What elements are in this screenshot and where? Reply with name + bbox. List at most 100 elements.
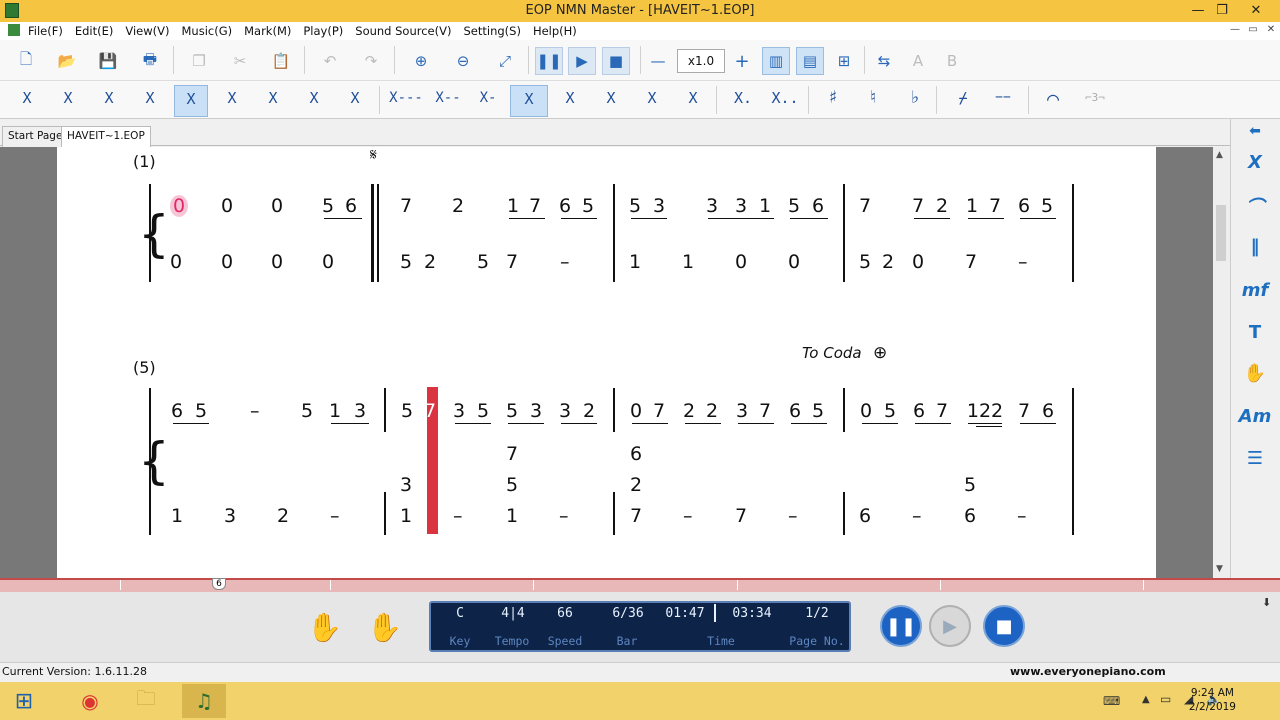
note[interactable]: 7 bbox=[630, 505, 642, 527]
mdi-minimize-button[interactable]: — bbox=[1226, 23, 1244, 37]
note[interactable]: 6 bbox=[964, 505, 976, 527]
note[interactable]: 5 bbox=[477, 251, 489, 273]
note[interactable]: 1 bbox=[507, 195, 519, 217]
note[interactable]: 122 bbox=[966, 400, 1004, 422]
fit-page-icon[interactable]: ⤢ bbox=[491, 47, 519, 75]
dotted-half-button[interactable]: X-- bbox=[428, 85, 468, 117]
play-icon[interactable]: ▶ bbox=[568, 47, 596, 75]
speed-down-icon[interactable]: — bbox=[644, 47, 672, 75]
note[interactable]: 5 bbox=[859, 251, 871, 273]
note[interactable]: 1 bbox=[506, 505, 518, 527]
menu-mark[interactable]: Mark(M) bbox=[244, 24, 291, 38]
timeline-marker[interactable]: 6 bbox=[212, 578, 226, 590]
extend-button[interactable]: −− bbox=[986, 85, 1020, 117]
note[interactable]: 5 bbox=[629, 195, 641, 217]
note[interactable]: 6 bbox=[859, 505, 871, 527]
tie-break-button[interactable]: ⌿ bbox=[946, 85, 980, 117]
note-higher-button[interactable]: X bbox=[256, 85, 290, 117]
note[interactable]: 2 bbox=[452, 195, 464, 217]
note[interactable]: 3 bbox=[559, 400, 571, 422]
note[interactable]: 3 bbox=[735, 195, 747, 217]
note-lower-button[interactable]: X bbox=[133, 85, 167, 117]
note-low-button[interactable]: X bbox=[92, 85, 126, 117]
chord-tool-icon[interactable]: Am bbox=[1238, 406, 1272, 427]
note[interactable]: 0 bbox=[322, 251, 334, 273]
timeline[interactable] bbox=[0, 578, 1280, 592]
note-high-button[interactable]: X bbox=[215, 85, 249, 117]
menu-file[interactable]: File(F) bbox=[28, 24, 63, 38]
triplet-button[interactable]: ⌐3¬ bbox=[1078, 85, 1112, 117]
chord-note[interactable]: 5 bbox=[506, 474, 518, 496]
open-folder-icon[interactable]: 📂 bbox=[53, 47, 81, 75]
keyboard-icon[interactable]: ⌨ bbox=[1103, 694, 1120, 708]
note[interactable]: 0 bbox=[788, 251, 800, 273]
note-normal-button[interactable]: X bbox=[174, 85, 208, 117]
chrome-icon[interactable]: ◉ bbox=[68, 684, 112, 718]
note-double-dot-button[interactable]: X bbox=[51, 85, 85, 117]
note[interactable]: 5 bbox=[400, 251, 412, 273]
note[interactable]: 0 bbox=[630, 400, 642, 422]
note[interactable]: 0 bbox=[860, 400, 872, 422]
note[interactable]: 3 bbox=[736, 400, 748, 422]
hand-tool-icon[interactable]: ✋ bbox=[1238, 363, 1272, 384]
score-view-icon[interactable]: ▤ bbox=[796, 47, 824, 75]
mdi-restore-button[interactable]: ▭ bbox=[1244, 23, 1262, 37]
note-tool-icon[interactable]: X bbox=[1238, 152, 1272, 173]
note[interactable]: 5 bbox=[301, 400, 313, 422]
zoom-out-icon[interactable]: ⊖ bbox=[449, 47, 477, 75]
menu-music[interactable]: Music(G) bbox=[182, 24, 233, 38]
note-whole-button[interactable]: X bbox=[10, 85, 44, 117]
chord-note[interactable]: 2 bbox=[630, 474, 642, 496]
tab-file[interactable]: HAVEIT~1.EOP bbox=[61, 126, 151, 147]
whole-note-button[interactable]: X--- bbox=[386, 85, 426, 117]
note[interactable]: 7 bbox=[936, 400, 948, 422]
note[interactable]: 6 bbox=[559, 195, 571, 217]
note[interactable]: 7 bbox=[735, 505, 747, 527]
note[interactable]: 0 bbox=[271, 195, 283, 217]
scroll-up-icon[interactable]: ▲ bbox=[1216, 150, 1223, 160]
note[interactable]: 7 bbox=[1018, 400, 1030, 422]
note[interactable]: 1 bbox=[400, 505, 412, 527]
current-note[interactable]: 0 bbox=[170, 195, 188, 217]
note[interactable]: 5 bbox=[812, 400, 824, 422]
menu-edit[interactable]: Edit(E) bbox=[75, 24, 114, 38]
current-note[interactable]: 7 bbox=[424, 400, 436, 422]
file-explorer-icon[interactable]: 🗀 bbox=[124, 684, 168, 718]
note[interactable]: 3 bbox=[224, 505, 236, 527]
note[interactable]: 0 bbox=[170, 251, 182, 273]
tab-start-page[interactable]: Start Page bbox=[2, 126, 69, 147]
new-file-icon[interactable]: 🗋 bbox=[12, 47, 40, 75]
menu-view[interactable]: View(V) bbox=[125, 24, 169, 38]
windows-start-icon[interactable]: ⊞ bbox=[2, 684, 46, 718]
note[interactable]: 7 bbox=[989, 195, 1001, 217]
note[interactable]: 1 bbox=[171, 505, 183, 527]
note[interactable]: 0 bbox=[912, 251, 924, 273]
note[interactable]: 6 bbox=[1042, 400, 1054, 422]
layout-icon[interactable]: ⊞ bbox=[830, 47, 858, 75]
note[interactable]: 7 bbox=[965, 251, 977, 273]
note[interactable]: 1 bbox=[629, 251, 641, 273]
zoom-in-icon[interactable]: ⊕ bbox=[407, 47, 435, 75]
note[interactable]: 1 bbox=[759, 195, 771, 217]
sharp-button[interactable]: ♯ bbox=[816, 85, 850, 117]
eop-app-icon[interactable]: ♫ bbox=[182, 684, 226, 718]
note[interactable]: 2 bbox=[424, 251, 436, 273]
scroll-thumb[interactable] bbox=[1216, 205, 1226, 261]
flat-button[interactable]: ♭ bbox=[898, 85, 932, 117]
thirtysecond-note-button[interactable]: X bbox=[635, 85, 669, 117]
note[interactable]: 5 bbox=[477, 400, 489, 422]
note[interactable]: 5 bbox=[322, 195, 334, 217]
pause-icon[interactable]: ❚❚ bbox=[535, 47, 563, 75]
quarter-note-button[interactable]: X bbox=[510, 85, 548, 117]
collapse-arrow-icon[interactable]: ⬅ bbox=[1238, 123, 1272, 139]
save-icon[interactable]: 💾 bbox=[94, 47, 122, 75]
maximize-button[interactable]: ❐ bbox=[1208, 0, 1236, 22]
note[interactable]: 6 bbox=[789, 400, 801, 422]
double-dot-button[interactable]: X.. bbox=[766, 85, 804, 117]
a-section-icon[interactable]: A bbox=[904, 47, 932, 75]
note[interactable]: 0 bbox=[221, 251, 233, 273]
note[interactable]: 6 bbox=[1018, 195, 1030, 217]
note[interactable]: 5 bbox=[195, 400, 207, 422]
note[interactable]: 0 bbox=[221, 195, 233, 217]
network-icon[interactable]: ▭ bbox=[1160, 692, 1171, 706]
